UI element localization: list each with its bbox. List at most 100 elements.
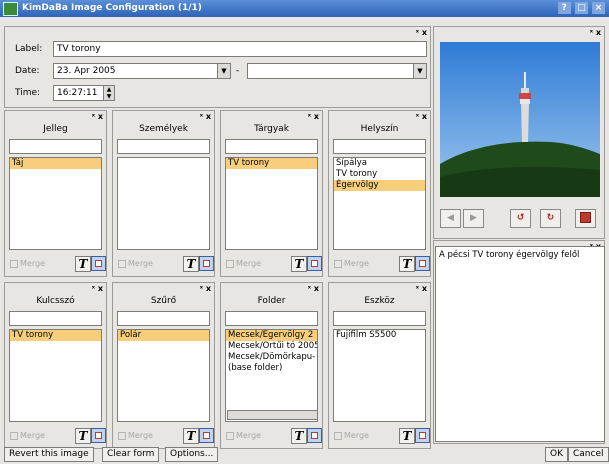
text-view-button[interactable]: T [399, 256, 415, 272]
checkbox-icon[interactable] [226, 259, 234, 268]
merge-checkbox[interactable]: Merge [118, 259, 153, 268]
horizontal-scrollbar[interactable] [227, 410, 317, 420]
category-search-input[interactable] [9, 311, 102, 326]
category-search-input[interactable] [333, 311, 426, 326]
merge-checkbox[interactable]: Merge [226, 259, 261, 268]
list-item[interactable]: Polár [118, 330, 209, 341]
category-search-input[interactable] [333, 139, 426, 154]
dock-close-icon[interactable]: ˣ x [200, 284, 211, 293]
category-search-input[interactable] [117, 311, 210, 326]
icon-view-button[interactable] [307, 428, 322, 443]
maximize-button[interactable]: □ [574, 2, 588, 14]
category-search-input[interactable] [117, 139, 210, 154]
revert-image-button[interactable]: Revert this image [4, 447, 94, 462]
text-view-button[interactable]: T [183, 428, 199, 444]
delete-image-icon [580, 212, 591, 223]
list-item[interactable]: (base folder) [226, 363, 317, 374]
delete-image-button[interactable] [575, 209, 596, 228]
category-list[interactable]: Fujifilm S5500 [333, 329, 426, 422]
category-title: Tárgyak [254, 124, 289, 134]
close-window-button[interactable]: × [592, 2, 605, 14]
list-item[interactable]: Táj [10, 158, 101, 169]
cancel-button[interactable]: Cancel [568, 447, 609, 462]
description-textarea[interactable]: A pécsi TV torony égervölgy felől [435, 246, 605, 442]
category-list[interactable]: TV torony [225, 157, 318, 250]
checkbox-icon[interactable] [10, 259, 18, 268]
next-button[interactable]: ▶ [463, 209, 484, 228]
checkbox-icon[interactable] [226, 431, 234, 440]
dock-close-icon[interactable]: ˣ x [590, 28, 601, 37]
icon-view-button[interactable] [415, 256, 430, 271]
icon-view-button[interactable] [199, 428, 214, 443]
category-list[interactable]: Polár [117, 329, 210, 422]
dock-close-icon[interactable]: ˣ x [92, 112, 103, 121]
list-item[interactable]: Égervölgy [334, 180, 425, 191]
rotate-left-button[interactable]: ↺ [510, 209, 531, 228]
list-item[interactable]: Sípálya [334, 158, 425, 169]
dock-close-icon[interactable]: ˣ x [416, 284, 427, 293]
rotate-right-button[interactable]: ↻ [540, 209, 561, 228]
dock-close-icon[interactable]: ˣ x [416, 28, 427, 37]
checkbox-icon[interactable] [10, 431, 18, 440]
dock-close-icon[interactable]: ˣ x [308, 284, 319, 293]
window-title: KimDaBa Image Configuration (1/1) [22, 3, 202, 13]
list-item[interactable]: TV torony [226, 158, 317, 169]
checkbox-icon[interactable] [118, 259, 126, 268]
list-item[interactable]: Mecsek/Dömörkapu- [226, 352, 317, 363]
date-from-combo[interactable]: 23. Apr 2005 ▼ [53, 63, 231, 79]
list-item[interactable]: Fujifilm S5500 [334, 330, 425, 341]
list-item[interactable]: TV torony [334, 169, 425, 180]
icon-view-button[interactable] [415, 428, 430, 443]
dock-close-icon[interactable]: ˣ x [308, 112, 319, 121]
text-view-button[interactable]: T [291, 428, 307, 444]
prev-button[interactable]: ◀ [440, 209, 461, 228]
text-view-button[interactable]: T [75, 256, 91, 272]
checkbox-icon[interactable] [118, 431, 126, 440]
list-item[interactable]: Mecsek/Égervölgy 2 [226, 330, 317, 341]
chevron-down-icon[interactable]: ▼ [217, 64, 230, 78]
category-list[interactable]: TV torony [9, 329, 102, 422]
category-search-input[interactable] [225, 139, 318, 154]
merge-label: Merge [236, 259, 261, 268]
text-view-button[interactable]: T [183, 256, 199, 272]
tv-tower-photo [440, 42, 600, 197]
category-search-input[interactable] [9, 139, 102, 154]
text-view-button[interactable]: T [399, 428, 415, 444]
clear-form-button[interactable]: Clear form [102, 447, 160, 462]
time-spinner-icon[interactable]: ▲ ▼ [103, 86, 114, 100]
merge-checkbox[interactable]: Merge [334, 431, 369, 440]
dock-close-icon[interactable]: ˣ x [92, 284, 103, 293]
category-list[interactable]: Táj [9, 157, 102, 250]
text-view-button[interactable]: T [291, 256, 307, 272]
help-button[interactable]: ? [557, 2, 571, 14]
merge-checkbox[interactable]: Merge [334, 259, 369, 268]
merge-checkbox[interactable]: Merge [10, 259, 45, 268]
category-list[interactable] [117, 157, 210, 250]
icon-view-button[interactable] [199, 256, 214, 271]
text-view-button[interactable]: T [75, 428, 91, 444]
merge-checkbox[interactable]: Merge [118, 431, 153, 440]
label-field[interactable]: TV torony [53, 41, 427, 57]
ok-button[interactable]: OK [545, 447, 568, 462]
label-caption: Label: [15, 44, 43, 54]
dock-close-icon[interactable]: ˣ x [200, 112, 211, 121]
icon-view-button[interactable] [307, 256, 322, 271]
dock-close-icon[interactable]: ˣ x [416, 112, 427, 121]
list-item[interactable]: Mecsek/Ortűi tó 2005 [226, 341, 317, 352]
checkbox-icon[interactable] [334, 431, 342, 440]
merge-checkbox[interactable]: Merge [10, 431, 45, 440]
icon-view-button[interactable] [91, 428, 106, 443]
time-field[interactable]: 16:27:11 ▲ ▼ [53, 85, 115, 101]
category-list[interactable]: Mecsek/Égervölgy 2 Mecsek/Ortűi tó 2005 Me… [225, 329, 318, 422]
date-caption: Date: [15, 66, 40, 76]
list-item[interactable]: TV torony [10, 330, 101, 341]
icon-view-button[interactable] [91, 256, 106, 271]
category-search-input[interactable] [225, 311, 318, 326]
category-list[interactable]: Sípálya TV torony Égervölgy [333, 157, 426, 250]
checkbox-icon[interactable] [334, 259, 342, 268]
category-panel: ˣ x Helyszín Sípálya TV torony Égervölgy M… [328, 110, 431, 277]
options-button[interactable]: Options... [165, 447, 219, 462]
merge-checkbox[interactable]: Merge [226, 431, 261, 440]
date-to-combo[interactable]: ▼ [247, 63, 427, 79]
chevron-down-icon[interactable]: ▼ [413, 64, 426, 78]
